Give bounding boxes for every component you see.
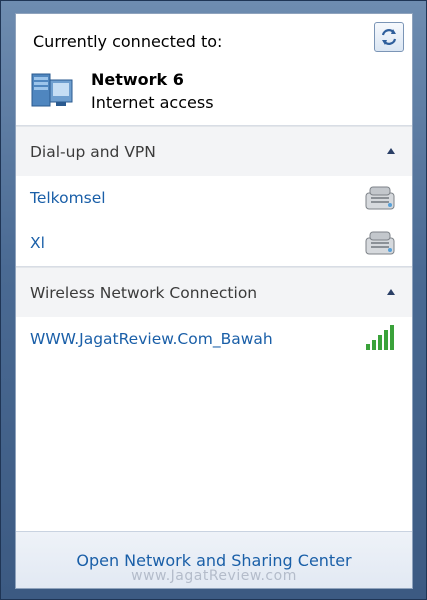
section-header-label: Wireless Network Connection xyxy=(30,284,258,302)
refresh-button[interactable] xyxy=(374,22,404,52)
dialup-modem-icon xyxy=(365,186,395,210)
section-wireless[interactable]: Wireless Network Connection xyxy=(16,267,412,317)
window-frame: Currently connected to: Network 6 Intern… xyxy=(0,0,427,600)
connection-label: Xl xyxy=(30,234,45,252)
current-connection-title: Currently connected to: xyxy=(33,32,223,51)
connection-label: Telkomsel xyxy=(30,189,106,207)
flyout-footer: Open Network and Sharing Center www.Jaga… xyxy=(16,531,412,588)
connection-item-telkomsel[interactable]: Telkomsel xyxy=(16,176,412,221)
section-dialup-vpn[interactable]: Dial-up and VPN xyxy=(16,126,412,176)
connection-item-xl[interactable]: Xl xyxy=(16,221,412,266)
refresh-icon xyxy=(381,29,397,45)
chevron-up-icon[interactable] xyxy=(386,288,396,296)
network-name: Network 6 xyxy=(91,70,184,89)
open-network-sharing-center-link[interactable]: Open Network and Sharing Center xyxy=(76,551,351,570)
network-computer-icon xyxy=(31,73,73,107)
dialup-modem-icon xyxy=(365,231,395,255)
connected-network: Network 6 Internet access xyxy=(28,68,214,112)
wifi-signal-icon xyxy=(366,325,394,350)
chevron-up-icon[interactable] xyxy=(386,147,396,155)
section-header-label: Dial-up and VPN xyxy=(30,143,156,161)
network-status: Internet access xyxy=(91,93,214,112)
connection-label: WWW.JagatReview.Com_Bawah xyxy=(30,330,273,348)
watermark: www.JagatReview.com xyxy=(131,568,297,584)
network-flyout: Currently connected to: Network 6 Intern… xyxy=(15,13,413,589)
connection-item-wifi[interactable]: WWW.JagatReview.Com_Bawah xyxy=(16,317,412,362)
current-connection: Currently connected to: Network 6 Intern… xyxy=(16,14,412,126)
